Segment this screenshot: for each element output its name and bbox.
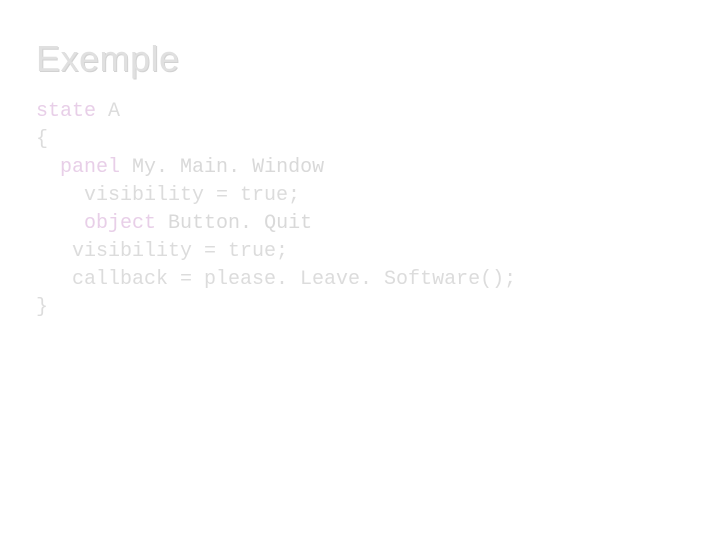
identifier-window: My. Main. Window [132, 156, 324, 179]
code-line-visibility2: visibility = true; [36, 240, 288, 263]
keyword-panel: panel [60, 156, 120, 179]
brace-close: } [36, 296, 48, 319]
code-line-visibility1: visibility = true; [36, 184, 300, 207]
code-block: state A { panel My. Main. Window visibil… [36, 98, 684, 322]
identifier-a: A [108, 100, 120, 123]
keyword-state: state [36, 100, 96, 123]
code-text [36, 212, 84, 235]
identifier-buttonquit: Button. Quit [168, 212, 312, 235]
slide: Exemple state A { panel My. Main. Window… [0, 0, 720, 540]
keyword-object: object [84, 212, 156, 235]
code-text [120, 156, 132, 179]
brace-open: { [36, 128, 48, 151]
code-text [156, 212, 168, 235]
code-line-callback: callback = please. Leave. Software(); [36, 268, 516, 291]
code-text [96, 100, 108, 123]
code-text [36, 156, 60, 179]
slide-title: Exemple [36, 38, 684, 80]
